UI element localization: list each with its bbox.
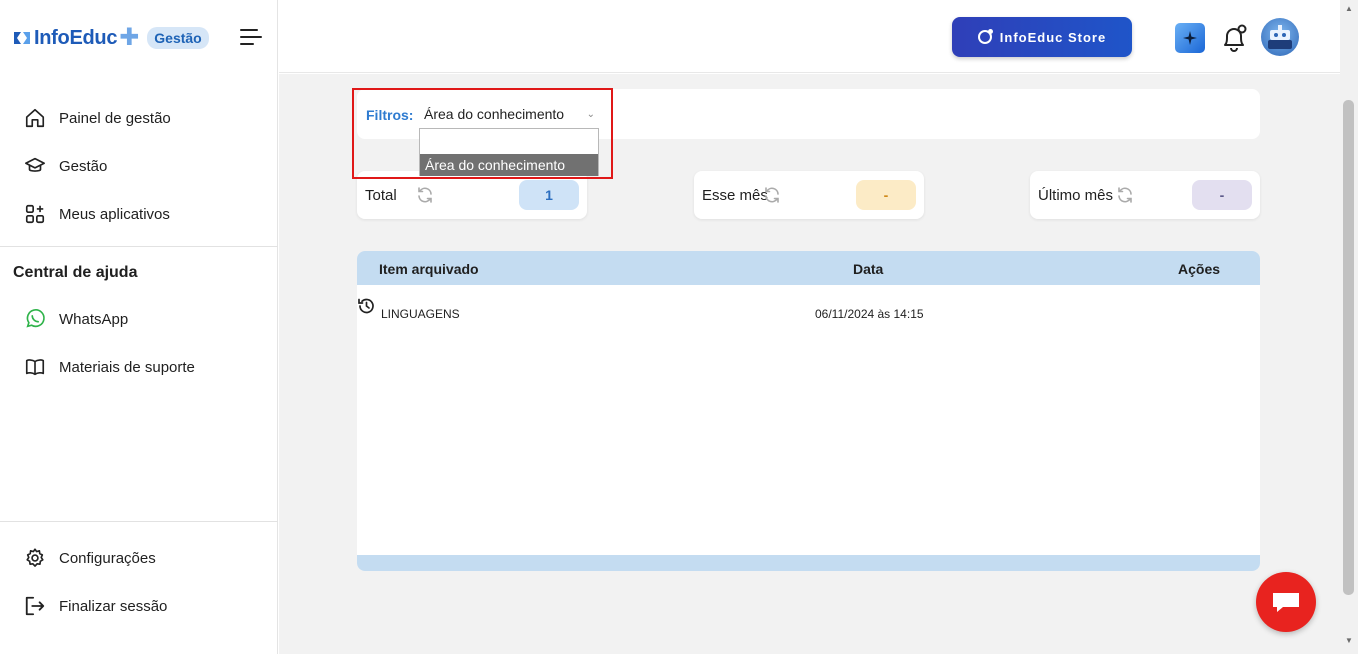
main-content: Filtros: Área do conhecimento ⌄ Total 1 … (279, 74, 1340, 654)
stat-label: Esse mês (702, 187, 768, 204)
scrollbar-thumb[interactable] (1343, 100, 1354, 595)
chevron-down-icon: ⌄ (586, 108, 595, 120)
cell-item: LINGUAGENS (381, 307, 460, 321)
chat-bubble-icon (1273, 593, 1299, 612)
stat-value-badge: - (856, 180, 916, 210)
ai-sparkle-button[interactable] (1175, 23, 1205, 53)
sidebar: InfoEduc ✚ Gestão Painel de gestão Gestã… (0, 0, 278, 654)
table-footer (357, 555, 1260, 571)
filter-selected-value: Área do conhecimento (424, 106, 565, 122)
scroll-up-arrow-icon[interactable]: ▲ (1345, 4, 1353, 13)
sidebar-item-label: Painel de gestão (59, 109, 171, 127)
scroll-down-arrow-icon[interactable]: ▼ (1345, 636, 1353, 645)
apps-grid-icon (25, 204, 45, 224)
stat-value-badge: 1 (519, 180, 579, 210)
stat-label: Último mês (1038, 187, 1114, 204)
home-icon (25, 108, 45, 128)
brand-name: InfoEduc (34, 26, 118, 49)
stat-card-total: Total 1 (357, 171, 587, 219)
filter-label: Filtros: (366, 107, 414, 123)
sidebar-item-materiais-de-suporte[interactable]: Materiais de suporte (24, 354, 195, 380)
sidebar-item-label: Meus aplicativos (59, 205, 170, 223)
archived-items-table: Item arquivado Data Ações LINGUAGENS 06/… (357, 251, 1260, 571)
help-section-title: Central de ajuda (13, 264, 138, 281)
sidebar-item-whatsapp[interactable]: WhatsApp (24, 306, 128, 332)
refresh-icon[interactable] (1116, 186, 1134, 204)
stat-label: Total (365, 187, 397, 204)
brand-logo[interactable]: InfoEduc ✚ Gestão (13, 24, 209, 52)
stat-card-esse-mes: Esse mês - (694, 171, 924, 219)
sidebar-item-label: WhatsApp (59, 310, 129, 328)
sidebar-item-painel-de-gestao[interactable]: Painel de gestão (24, 105, 171, 131)
sidebar-item-label: Finalizar sessão (59, 597, 168, 615)
menu-toggle-icon[interactable] (240, 29, 262, 47)
sidebar-item-label: Configurações (59, 549, 156, 567)
graduation-cap-icon (25, 157, 45, 172)
table-header: Item arquivado Data Ações (357, 251, 1260, 285)
refresh-icon[interactable] (763, 186, 781, 204)
column-header-actions: Ações (1178, 261, 1221, 277)
sidebar-item-gestao[interactable]: Gestão (24, 153, 107, 179)
stat-value-badge: - (1192, 180, 1252, 210)
avatar-image-icon (1268, 25, 1292, 49)
table-row: LINGUAGENS 06/11/2024 às 14:15 (357, 297, 1260, 327)
cell-date: 06/11/2024 às 14:15 (815, 307, 924, 321)
sidebar-divider (0, 246, 278, 247)
logout-icon (25, 596, 45, 616)
dropdown-option-empty[interactable] (420, 129, 598, 154)
store-icon (977, 29, 993, 44)
sidebar-item-configuracoes[interactable]: Configurações (24, 545, 156, 571)
column-header-item: Item arquivado (379, 261, 479, 277)
chat-support-button[interactable] (1256, 572, 1316, 632)
column-header-date: Data (853, 261, 884, 277)
sidebar-item-meus-aplicativos[interactable]: Meus aplicativos (24, 201, 170, 227)
sidebar-item-finalizar-sessao[interactable]: Finalizar sessão (24, 593, 167, 619)
sparkle-icon (1183, 31, 1197, 45)
dropdown-option-area-do-conhecimento[interactable]: Área do conhecimento (420, 154, 598, 176)
sidebar-divider (0, 521, 278, 522)
sidebar-item-label: Materiais de suporte (59, 358, 195, 376)
sidebar-item-label: Gestão (59, 157, 108, 175)
filter-select[interactable]: Área do conhecimento ⌄ (419, 103, 600, 125)
refresh-icon[interactable] (416, 186, 434, 204)
page-scrollbar[interactable]: ▲ ▼ (1340, 0, 1358, 654)
logo-mark-icon (14, 32, 30, 44)
gear-icon (26, 548, 44, 567)
store-button-label: InfoEduc Store (999, 29, 1107, 45)
filter-dropdown-list: Área do conhecimento (419, 128, 599, 176)
user-avatar[interactable] (1261, 18, 1299, 56)
gestao-badge: Gestão (147, 27, 209, 49)
book-open-icon (25, 359, 45, 376)
top-bar: InfoEduc Store (279, 0, 1340, 73)
restore-history-icon[interactable] (357, 297, 375, 315)
whatsapp-icon (26, 309, 45, 328)
brand-plus-icon: ✚ (119, 24, 140, 51)
stat-card-ultimo-mes: Último mês - (1030, 171, 1260, 219)
bell-icon[interactable] (1220, 23, 1248, 53)
infoeduc-store-button[interactable]: InfoEduc Store (952, 17, 1132, 57)
